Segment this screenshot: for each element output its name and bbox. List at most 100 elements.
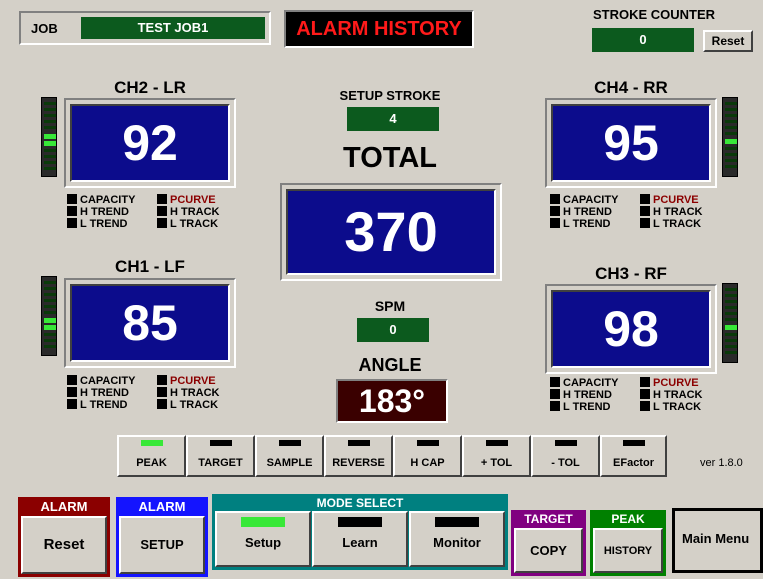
spm-label: SPM xyxy=(374,298,406,314)
ch1-flags: CAPACITY PCURVE H TREND H TRACK L TREND … xyxy=(67,375,237,415)
setup-mode-button[interactable]: Setup xyxy=(215,511,311,567)
peak-header: PEAK xyxy=(611,512,645,526)
version-label: ver 1.8.0 xyxy=(700,457,743,469)
peak-history-button[interactable]: HISTORY xyxy=(593,528,663,573)
ch3-flags: CAPACITY PCURVE H TREND H TRACK L TREND … xyxy=(550,377,720,417)
main-menu-label: Main Menu xyxy=(682,531,750,546)
ch1-flag-l-trend: L TREND xyxy=(67,399,127,411)
monitor-mode-button[interactable]: Monitor xyxy=(409,511,505,567)
ch4-title: CH4 - RR xyxy=(594,78,668,97)
setup-mode-label: Setup xyxy=(244,535,282,550)
ch4-frame: 95 xyxy=(545,98,717,188)
setup-stroke-text: 4 xyxy=(389,111,397,126)
learn-mode-label: Learn xyxy=(342,535,378,550)
plus-tol-indicator xyxy=(485,440,508,446)
ch3-flag-l-track: L TRACK xyxy=(640,401,701,413)
ch4-led-bar xyxy=(722,97,738,177)
alarm-setup-label: SETUP xyxy=(140,537,184,552)
job-label: JOB xyxy=(31,21,58,36)
ch2-value: 92 xyxy=(122,115,178,171)
ch1-title: CH1 - LF xyxy=(115,257,185,276)
ch2-frame: 92 xyxy=(64,98,236,188)
monitor-mode-label: Monitor xyxy=(433,535,481,550)
mode-select-header: MODE SELECT xyxy=(316,496,404,510)
alarm-history-label: ALARM HISTORY xyxy=(296,18,462,40)
alarm-reset-header: ALARM xyxy=(40,499,88,514)
ch4-flag-l-trend: L TREND xyxy=(550,218,610,230)
alarm-history-button[interactable]: ALARM HISTORY xyxy=(284,10,474,48)
ch3-flag-h-trend: H TREND xyxy=(550,389,612,401)
alarm-setup-header: ALARM xyxy=(138,499,186,514)
job-panel: JOB TEST JOB1 xyxy=(19,11,271,45)
job-value[interactable]: TEST JOB1 xyxy=(81,17,265,39)
target-indicator xyxy=(209,440,232,446)
plus-tol-mode-button[interactable]: + TOL xyxy=(462,435,531,477)
target-copy-group: TARGET COPY xyxy=(511,510,586,576)
alarm-setup-group: ALARM SETUP xyxy=(116,497,208,577)
ch2-flag-l-trend: L TREND xyxy=(67,218,127,230)
minus-tol-mode-button[interactable]: - TOL xyxy=(531,435,600,477)
ch3-flag-capacity: CAPACITY xyxy=(550,377,618,389)
setup-stroke-label: SETUP STROKE xyxy=(339,88,441,103)
peak-mode-button[interactable]: PEAK xyxy=(117,435,186,477)
target-copy-button[interactable]: COPY xyxy=(514,528,583,573)
ch2-flag-h-trend: H TREND xyxy=(67,206,129,218)
total-label: TOTAL xyxy=(343,142,437,174)
ch3-flag-pcurve: PCURVE xyxy=(640,377,699,389)
monitor-mode-indicator xyxy=(435,517,479,527)
h-cap-indicator xyxy=(416,440,439,446)
peak-indicator xyxy=(140,440,163,446)
angle-value-display: 183° xyxy=(336,379,448,423)
ch3-title: CH3 - RF xyxy=(595,264,667,283)
ch2-flag-capacity: CAPACITY xyxy=(67,194,135,206)
angle-label: ANGLE xyxy=(358,355,422,375)
ch1-flag-h-trend: H TREND xyxy=(67,387,129,399)
mode-button-row: PEAK TARGET SAMPLE REVERSE H CAP + TOL -… xyxy=(117,435,667,477)
total-frame: 370 xyxy=(280,183,502,281)
ch1-flag-l-track: L TRACK xyxy=(157,399,218,411)
ch2-led-bar xyxy=(41,97,57,177)
setup-stroke-value: 4 xyxy=(347,107,439,131)
setup-mode-indicator xyxy=(241,517,285,527)
ch4-flag-h-trend: H TREND xyxy=(550,206,612,218)
ch2-flag-h-track: H TRACK xyxy=(157,206,220,218)
ch4-value-display: 95 xyxy=(551,104,711,182)
minus-tol-indicator xyxy=(554,440,577,446)
spm-text: 0 xyxy=(389,322,397,337)
alarm-setup-button[interactable]: SETUP xyxy=(119,516,205,574)
ch1-value: 85 xyxy=(122,295,178,351)
reset-label: Reset xyxy=(711,34,745,48)
h-cap-mode-button[interactable]: H CAP xyxy=(393,435,462,477)
alarm-reset-label: Reset xyxy=(43,536,85,553)
ch2-title: CH2 - LR xyxy=(114,78,186,97)
alarm-reset-button[interactable]: Reset xyxy=(21,516,107,574)
ch4-value: 95 xyxy=(603,115,659,171)
angle-value: 183° xyxy=(358,383,426,419)
target-mode-button[interactable]: TARGET xyxy=(186,435,255,477)
reverse-mode-button[interactable]: REVERSE xyxy=(324,435,393,477)
reverse-indicator xyxy=(347,440,370,446)
ch1-value-display: 85 xyxy=(70,284,230,362)
peak-history-group: PEAK HISTORY xyxy=(590,510,666,576)
ch3-value: 98 xyxy=(603,301,659,357)
mode-select-group: MODE SELECT Setup Learn Monitor xyxy=(212,494,508,570)
ch3-value-display: 98 xyxy=(551,290,711,368)
main-menu-button[interactable]: Main Menu xyxy=(672,508,763,573)
total-value-display: 370 xyxy=(286,189,496,275)
learn-mode-indicator xyxy=(338,517,382,527)
ch3-frame: 98 xyxy=(545,284,717,374)
job-value-text: TEST JOB1 xyxy=(137,20,209,35)
ch1-led-bar xyxy=(41,276,57,356)
ch4-flag-capacity: CAPACITY xyxy=(550,194,618,206)
ch4-flags: CAPACITY PCURVE H TREND H TRACK L TREND … xyxy=(550,194,720,234)
spm-value: 0 xyxy=(357,318,429,342)
stroke-counter-text: 0 xyxy=(639,32,647,47)
ch4-flag-l-track: L TRACK xyxy=(640,218,701,230)
ch2-flag-pcurve: PCURVE xyxy=(157,194,216,206)
sample-mode-button[interactable]: SAMPLE xyxy=(255,435,324,477)
efactor-mode-button[interactable]: EFactor xyxy=(600,435,667,477)
ch2-flags: CAPACITY PCURVE H TREND H TRACK L TREND … xyxy=(67,194,237,234)
stroke-counter-reset-button[interactable]: Reset xyxy=(703,30,753,52)
learn-mode-button[interactable]: Learn xyxy=(312,511,408,567)
alarm-reset-group: ALARM Reset xyxy=(18,497,110,577)
